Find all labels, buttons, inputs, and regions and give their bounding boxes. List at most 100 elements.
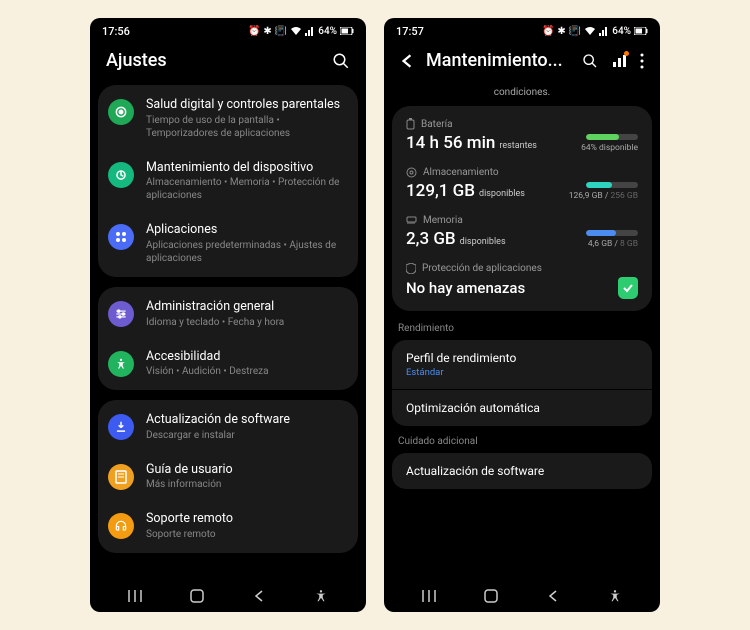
metric-unit: disponibles bbox=[460, 237, 506, 247]
item-subtitle: Descargar e instalar bbox=[146, 429, 344, 442]
accessibility-nav-icon[interactable] bbox=[311, 586, 331, 606]
metric-label: Almacenamiento bbox=[423, 167, 499, 178]
status-bar: 17:57 ⏰ ✱ 📳 64% bbox=[384, 18, 660, 40]
signal-icon bbox=[599, 26, 609, 36]
item-subtitle: Tiempo de uso de la pantalla • Temporiza… bbox=[146, 114, 344, 140]
search-icon[interactable] bbox=[582, 53, 598, 69]
page-title: Ajustes bbox=[106, 50, 320, 71]
metric-unit: disponibles bbox=[479, 189, 525, 199]
settings-item-apps[interactable]: Aplicaciones Aplicaciones predeterminada… bbox=[98, 212, 358, 275]
page-title: Mantenimiento... bbox=[426, 50, 570, 71]
software-update-icon bbox=[108, 414, 134, 440]
row-software-update[interactable]: Actualización de software bbox=[392, 453, 652, 489]
shield-check-icon bbox=[618, 277, 638, 299]
item-subtitle: Idioma y teclado • Fecha y hora bbox=[146, 316, 344, 329]
back-icon[interactable] bbox=[400, 53, 414, 69]
home-icon[interactable] bbox=[187, 586, 207, 606]
item-subtitle: Estándar bbox=[406, 367, 638, 378]
item-title: Mantenimiento del dispositivo bbox=[146, 160, 344, 176]
row-auto-optimization[interactable]: Optimización automática bbox=[392, 390, 652, 426]
settings-screen: 17:56 ⏰ ✱ 📳 64% Ajustes bbox=[90, 18, 366, 612]
general-icon bbox=[108, 301, 134, 327]
battery-icon bbox=[634, 27, 648, 35]
metric-right-label: 64% disponible bbox=[581, 143, 638, 153]
bluetooth-icon: ✱ bbox=[263, 26, 271, 37]
metric-unit: restantes bbox=[499, 141, 537, 151]
metric-battery[interactable]: Batería 14 h 56 min restantes 64% dispon… bbox=[406, 118, 638, 153]
item-title: Administración general bbox=[146, 299, 344, 315]
vibrate-icon: 📳 bbox=[569, 26, 581, 37]
battery-bar-fill bbox=[586, 134, 619, 140]
row-performance-profile[interactable]: Perfil de rendimiento Estándar bbox=[392, 340, 652, 389]
settings-item-digital-wellbeing[interactable]: Salud digital y controles parentales Tie… bbox=[98, 87, 358, 150]
home-icon[interactable] bbox=[481, 586, 501, 606]
battery-pct: 64% bbox=[612, 26, 631, 37]
item-title: Optimización automática bbox=[406, 401, 638, 415]
settings-item-user-guide[interactable]: Guía de usuario Más información bbox=[98, 452, 358, 502]
settings-group: Administración general Idioma y teclado … bbox=[98, 287, 358, 390]
battery-icon bbox=[340, 27, 354, 35]
section-additional-care: Cuidado adicional bbox=[392, 434, 652, 453]
settings-group: Salud digital y controles parentales Tie… bbox=[98, 85, 358, 277]
item-title: Actualización de software bbox=[406, 464, 638, 478]
chart-icon[interactable] bbox=[612, 54, 626, 68]
status-subtext: condiciones. bbox=[392, 85, 652, 106]
search-icon[interactable] bbox=[332, 52, 350, 70]
metric-memory[interactable]: Memoria 2,3 GB disponibles 4,6 GB / 8 GB bbox=[406, 215, 638, 249]
item-subtitle: Almacenamiento • Memoria • Protección de… bbox=[146, 176, 344, 202]
item-title: Aplicaciones bbox=[146, 222, 344, 238]
metric-label: Protección de aplicaciones bbox=[422, 263, 542, 274]
settings-group: Actualización de software Descargar e in… bbox=[98, 400, 358, 553]
wellbeing-icon bbox=[108, 99, 134, 125]
apps-icon bbox=[108, 224, 134, 250]
accessibility-icon bbox=[108, 351, 134, 377]
item-title: Perfil de rendimiento bbox=[406, 351, 638, 365]
status-time: 17:56 bbox=[102, 25, 130, 38]
nav-bar bbox=[90, 580, 366, 612]
metric-protection[interactable]: Protección de aplicaciones No hay amenaz… bbox=[406, 263, 638, 299]
status-time: 17:57 bbox=[396, 25, 424, 38]
device-care-icon bbox=[108, 162, 134, 188]
accessibility-nav-icon[interactable] bbox=[605, 586, 625, 606]
settings-item-device-care[interactable]: Mantenimiento del dispositivo Almacenami… bbox=[98, 150, 358, 213]
alarm-icon: ⏰ bbox=[248, 26, 260, 37]
remote-support-icon bbox=[108, 513, 134, 539]
device-care-header: Mantenimiento... bbox=[384, 40, 660, 85]
wifi-icon bbox=[584, 26, 596, 36]
item-subtitle: Aplicaciones predeterminadas • Ajustes d… bbox=[146, 239, 344, 265]
metric-storage[interactable]: Almacenamiento 129,1 GB disponibles 126,… bbox=[406, 167, 638, 201]
item-title: Salud digital y controles parentales bbox=[146, 97, 344, 113]
section-performance: Rendimiento bbox=[392, 321, 652, 340]
settings-header: Ajustes bbox=[90, 40, 366, 85]
storage-small-icon bbox=[406, 167, 417, 178]
settings-item-remote-support[interactable]: Soporte remoto Soporte remoto bbox=[98, 501, 358, 551]
memory-bar-fill bbox=[586, 230, 616, 236]
battery-small-icon bbox=[406, 118, 415, 130]
device-care-content[interactable]: condiciones. Batería 14 h 56 min restant… bbox=[384, 85, 660, 580]
bluetooth-icon: ✱ bbox=[557, 26, 565, 37]
back-icon[interactable] bbox=[543, 586, 563, 606]
vibrate-icon: 📳 bbox=[275, 26, 287, 37]
settings-item-accessibility[interactable]: Accesibilidad Visión • Audición • Destre… bbox=[98, 339, 358, 389]
item-subtitle: Soporte remoto bbox=[146, 528, 344, 541]
metric-right-label: 126,9 GB / 256 GB bbox=[569, 191, 638, 201]
item-title: Soporte remoto bbox=[146, 511, 344, 527]
metric-label: Batería bbox=[421, 119, 453, 130]
wifi-icon bbox=[290, 26, 302, 36]
more-icon[interactable] bbox=[640, 53, 644, 69]
recents-icon[interactable] bbox=[125, 586, 145, 606]
metric-right-label: 4,6 GB / 8 GB bbox=[588, 239, 638, 249]
status-icons: ⏰ ✱ 📳 64% bbox=[248, 26, 354, 37]
battery-pct: 64% bbox=[318, 26, 337, 37]
back-icon[interactable] bbox=[249, 586, 269, 606]
settings-item-software-update[interactable]: Actualización de software Descargar e in… bbox=[98, 402, 358, 452]
recents-icon[interactable] bbox=[419, 586, 439, 606]
status-bar: 17:56 ⏰ ✱ 📳 64% bbox=[90, 18, 366, 40]
settings-item-general-management[interactable]: Administración general Idioma y teclado … bbox=[98, 289, 358, 339]
settings-list[interactable]: Salud digital y controles parentales Tie… bbox=[90, 85, 366, 580]
signal-icon bbox=[305, 26, 315, 36]
item-subtitle: Más información bbox=[146, 478, 344, 491]
storage-bar bbox=[586, 182, 638, 188]
alarm-icon: ⏰ bbox=[542, 26, 554, 37]
memory-bar bbox=[586, 230, 638, 236]
